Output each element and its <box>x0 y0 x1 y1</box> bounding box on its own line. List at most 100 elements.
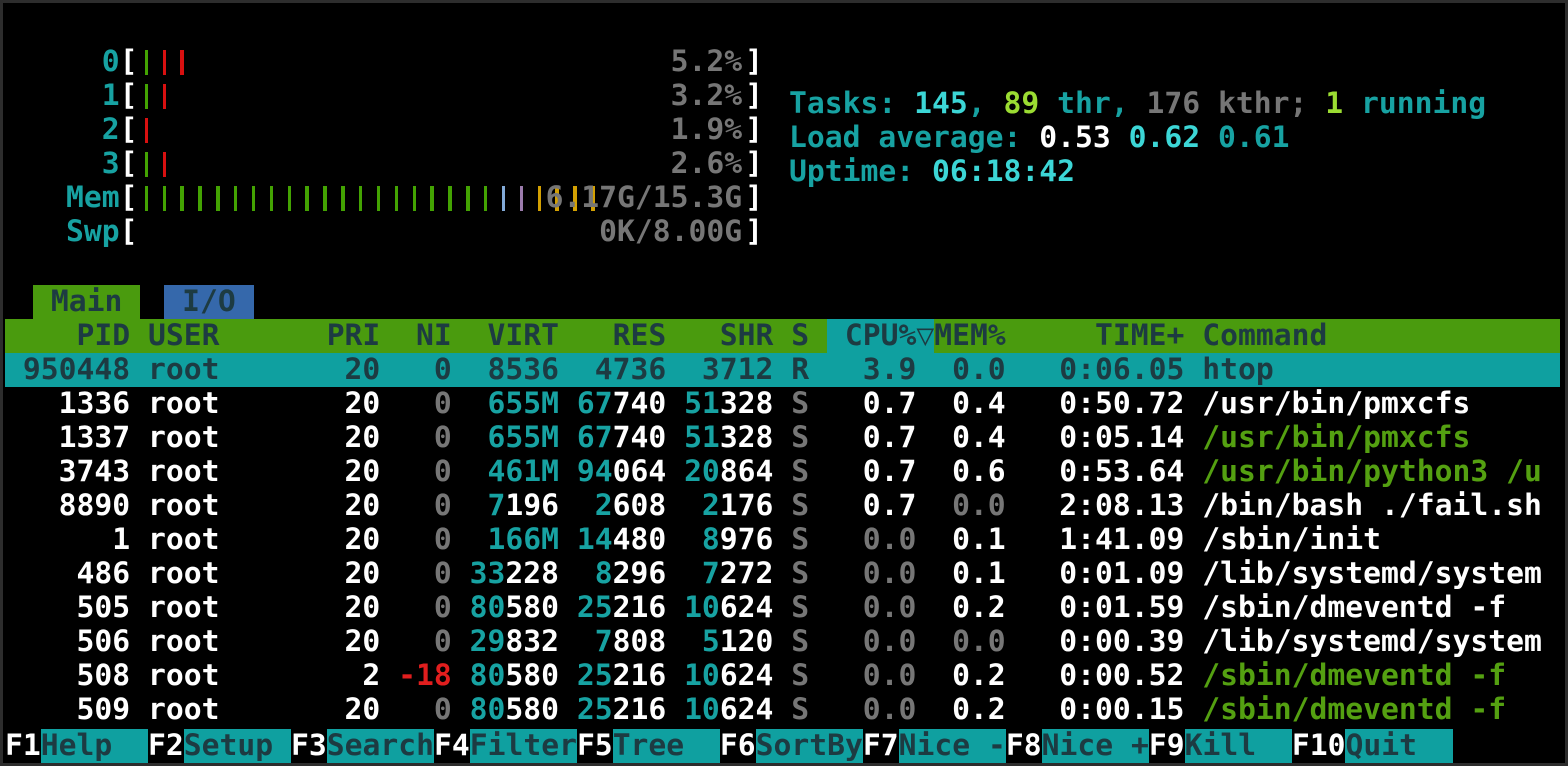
meter-bar <box>423 181 441 215</box>
meter-bar-tick <box>430 186 434 211</box>
column-header-time[interactable]: TIME+ <box>1041 319 1184 353</box>
cell-ni: 0 <box>398 693 452 727</box>
cell-cpu: 0.7 <box>845 489 916 523</box>
cell-pid: 509 <box>5 693 130 727</box>
process-row[interactable]: 3743root200461M9406420864S0.70.60:53.64/… <box>5 455 1560 489</box>
column-header-pri[interactable]: PRI <box>327 319 381 353</box>
meter-swp: Swp[0K/8.00G] <box>66 215 1560 249</box>
spacer <box>130 659 148 693</box>
cell-pid: 508 <box>5 659 130 693</box>
column-header-command[interactable]: Command <box>1202 319 1560 353</box>
text-segment: 0 <box>434 692 452 727</box>
spacer <box>773 659 791 693</box>
fkey-f8-nice-[interactable]: F8Nice + <box>1006 729 1149 763</box>
text-segment: 145 <box>914 86 968 121</box>
process-row[interactable]: 1336root200655M6774051328S0.70.40:50.72/… <box>5 387 1560 421</box>
tab-main[interactable]: Main <box>33 285 140 319</box>
meter-bar-tick <box>323 186 327 211</box>
process-row-selected[interactable]: 950448root200853647363712R3.90.00:06.05h… <box>5 353 1560 387</box>
process-row[interactable]: 1root200166M144808976S0.00.11:41.09/sbin… <box>5 523 1560 557</box>
cell-cpu: 0.0 <box>845 659 916 693</box>
text-segment: 80 <box>470 692 506 727</box>
spacer <box>130 319 148 353</box>
spacer <box>452 659 470 693</box>
text-segment: 33 <box>470 556 506 591</box>
column-header-res[interactable]: RES <box>577 319 666 353</box>
text-segment: 216 <box>613 692 667 727</box>
spacer <box>809 523 827 557</box>
meter-bar-tick <box>395 186 399 211</box>
column-header-shr[interactable]: SHR <box>684 319 773 353</box>
meter-bar-tick <box>252 186 256 211</box>
spacer <box>452 591 470 625</box>
meter-bracket-close: ] <box>745 181 763 215</box>
spacer <box>1006 591 1042 625</box>
text-segment: /sbin/init <box>1202 523 1381 557</box>
meter-bar-tick <box>163 84 167 109</box>
text-segment: 624 <box>720 590 774 625</box>
text-segment: 608 <box>613 488 667 523</box>
spacer <box>827 523 845 557</box>
text-segment: 624 <box>720 658 774 693</box>
cell-ni: 0 <box>398 387 452 421</box>
meter-bar <box>513 181 531 215</box>
column-header-user[interactable]: USER <box>148 319 327 353</box>
cell-cpu: 0.7 <box>845 455 916 489</box>
cell-time: 0:50.72 <box>1041 387 1184 421</box>
spacer <box>452 489 470 523</box>
process-row[interactable]: 486root2003322882967272S0.00.10:01.09/li… <box>5 557 1560 591</box>
spacer <box>916 625 934 659</box>
process-row[interactable]: 509root200805802521610624S0.00.20:00.15/… <box>5 693 1560 727</box>
fkey-key: F3 <box>291 729 327 763</box>
text-segment: 461M <box>487 454 559 489</box>
text-segment: 7 <box>595 624 613 659</box>
column-header-pid[interactable]: PID <box>5 319 130 353</box>
fkey-f3-search[interactable]: F3Search <box>291 729 434 763</box>
fkey-f5-tree[interactable]: F5Tree <box>577 729 720 763</box>
tab-io[interactable]: I/O <box>164 285 253 319</box>
fkey-f10-quit[interactable]: F10Quit <box>1292 729 1453 763</box>
fkey-label: Tree <box>613 729 720 763</box>
meter-bar <box>280 181 298 215</box>
text-segment: S <box>791 420 809 455</box>
column-header-virt[interactable]: VIRT <box>470 319 559 353</box>
spacer <box>1006 489 1042 523</box>
column-header-cpu[interactable]: CPU% <box>845 319 916 353</box>
process-row[interactable]: 1337root200655M6774051328S0.70.40:05.14/… <box>5 421 1560 455</box>
text-segment: 8 <box>595 556 613 591</box>
spacer <box>666 353 684 387</box>
cell-pri: 20 <box>327 455 381 489</box>
meter-bracket-open: [ <box>120 113 138 147</box>
column-header-state[interactable]: S <box>791 319 809 353</box>
text-segment: 20 <box>345 556 381 591</box>
text-segment: 0 <box>434 624 452 659</box>
process-row[interactable]: 8890root200719626082176S0.70.02:08.13/bi… <box>5 489 1560 523</box>
fkey-f4-filter[interactable]: F4Filter <box>434 729 577 763</box>
fkey-f1-help[interactable]: F1Help <box>5 729 148 763</box>
cell-pri: 20 <box>327 591 381 625</box>
cell-pid: 950448 <box>5 353 130 387</box>
cell-pri: 20 <box>327 625 381 659</box>
process-row[interactable]: 508root2-18805802521610624S0.00.20:00.52… <box>5 659 1560 693</box>
cell-pri: 20 <box>327 353 381 387</box>
column-header-ni[interactable]: NI <box>398 319 452 353</box>
table-header: PID USER PRI NI VIRT RES SHR S CPU% ▽ ME… <box>5 319 1560 353</box>
text-segment: 0.2 <box>952 692 1006 727</box>
fkey-f6-sortby[interactable]: F6SortBy <box>720 729 863 763</box>
cell-ni: 0 <box>398 523 452 557</box>
text-segment: 196 <box>505 488 559 523</box>
spacer <box>666 693 684 727</box>
spacer <box>809 319 827 353</box>
fkey-f7-nice-[interactable]: F7Nice - <box>863 729 1006 763</box>
fkey-f9-kill[interactable]: F9Kill <box>1149 729 1292 763</box>
spacer <box>380 421 398 455</box>
column-header-mem[interactable]: MEM% <box>934 319 1005 353</box>
cell-shr: 51328 <box>684 387 773 421</box>
fkey-f2-setup[interactable]: F2Setup <box>148 729 291 763</box>
meter-value: 1.9% <box>671 113 743 147</box>
text-segment: running <box>1343 86 1486 121</box>
cell-user: root <box>148 421 327 455</box>
text-segment: 29 <box>470 624 506 659</box>
process-row[interactable]: 506root2002983278085120S0.00.00:00.39/li… <box>5 625 1560 659</box>
process-row[interactable]: 505root200805802521610624S0.00.20:01.59/… <box>5 591 1560 625</box>
